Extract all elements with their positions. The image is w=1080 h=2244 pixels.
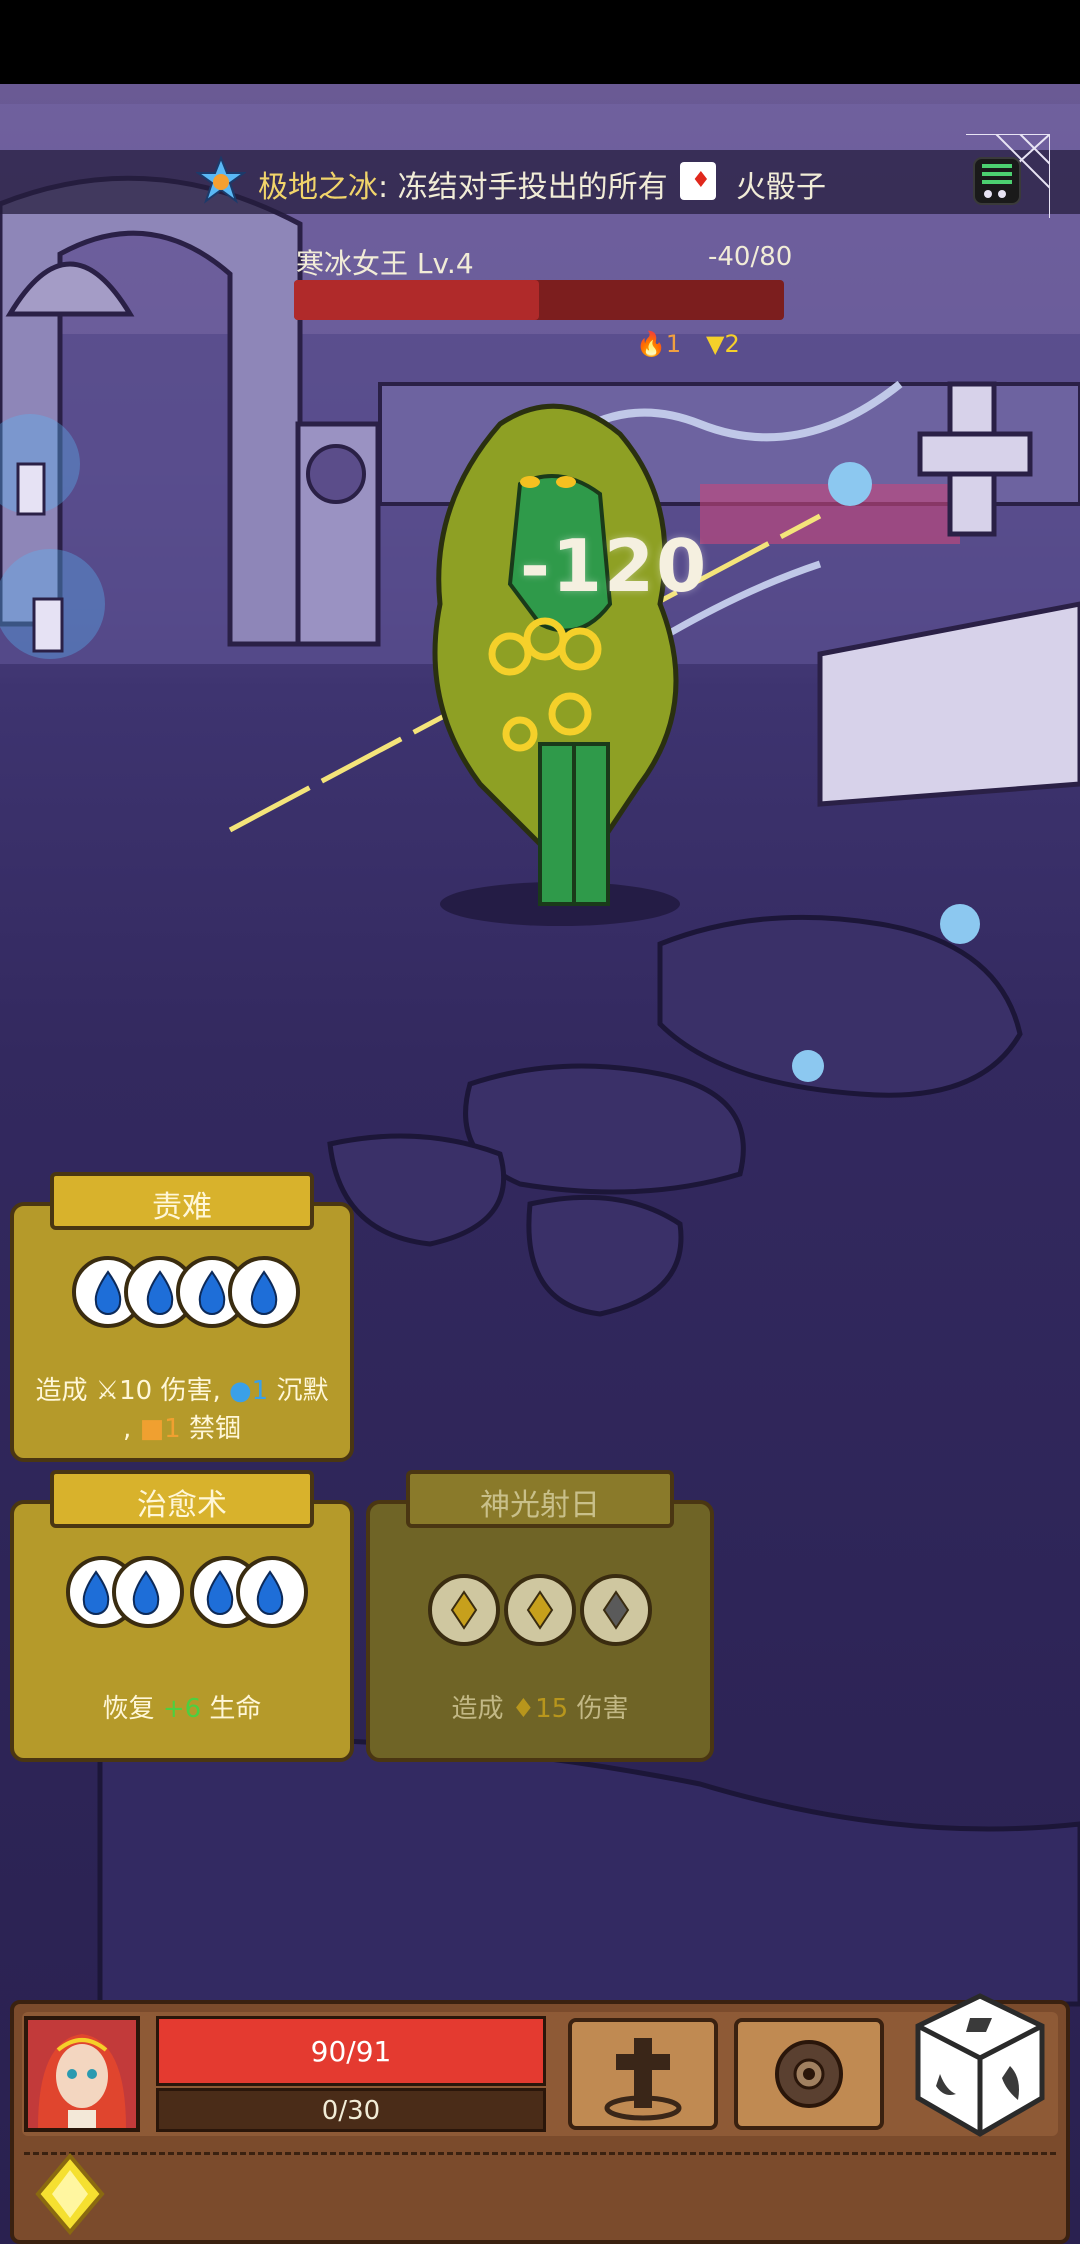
water-drop-icon: [132, 1570, 160, 1615]
enemy-hp-bar: [294, 280, 784, 320]
card-description: 造成 ⚔10 伤害, ●1 沉默 , ■1 禁锢: [10, 1372, 354, 1448]
gray-diamond-icon: [602, 1590, 630, 1630]
gold-diamond-icon: [450, 1590, 478, 1630]
card-title: 责难: [152, 1190, 212, 1225]
damage-float-text: -120: [520, 524, 709, 608]
ice-flower-icon: [196, 156, 246, 206]
card-divine-light[interactable]: 神光射日 造成 ♦15 伤害: [366, 1470, 714, 1762]
banner-dice-label: 火骰子: [736, 170, 826, 205]
card-description: 恢复 +6 生命: [10, 1690, 354, 1728]
desc-suffix: 生命: [209, 1694, 262, 1724]
desc-comma: ,: [123, 1414, 132, 1444]
card-ribbon: 神光射日: [406, 1470, 674, 1528]
card-ribbon: 责难: [50, 1172, 314, 1230]
silence-icon: ●: [228, 1376, 252, 1406]
desc-damage: 10: [119, 1376, 153, 1406]
desc-heal-value: +6: [162, 1694, 202, 1724]
card-ribbon: 治愈术: [50, 1470, 314, 1528]
gem-button[interactable]: [30, 2152, 110, 2236]
desc-damage: 15: [535, 1694, 569, 1724]
fire-dice-badge: ♦: [680, 162, 716, 200]
enemy-name: 寒冰女王: [296, 247, 409, 280]
menu-button[interactable]: [966, 134, 1050, 218]
status-bar: [0, 0, 1080, 84]
player-avatar[interactable]: [24, 2016, 140, 2132]
banner-skill-name: 极地之冰: [258, 170, 378, 205]
enemy-hp-fill: [294, 280, 539, 320]
card-title: 治愈术: [137, 1488, 227, 1523]
fire-icon: 🔥: [636, 330, 666, 358]
burn-count: 1: [665, 330, 682, 358]
player-portrait-image: [28, 2020, 136, 2128]
roll-dice-button[interactable]: [910, 1990, 1050, 2140]
player-hp-bar: 90/91: [156, 2016, 546, 2086]
cross-tombstone-icon: [604, 2038, 682, 2121]
enemy-hp-text: -40/80: [708, 242, 793, 272]
enemy-level: Lv.4: [416, 247, 474, 280]
desc-lock: 1: [164, 1414, 181, 1444]
desc-silence-suffix: 沉默: [276, 1376, 329, 1406]
player-shield-bar: 0/30: [156, 2088, 546, 2132]
card-title: 神光射日: [480, 1488, 600, 1523]
desc-silence: 1: [251, 1376, 269, 1406]
desc-prefix: 造成: [35, 1376, 88, 1406]
dice-icon: [915, 1993, 1045, 2137]
water-slot[interactable]: [236, 1556, 308, 1628]
desc-suffix: 伤害: [576, 1694, 629, 1724]
item-slot-urn[interactable]: [734, 2018, 884, 2130]
hud-divider: [24, 2152, 1056, 2155]
card-heal[interactable]: 治愈术 恢复 +6 生命: [10, 1470, 354, 1762]
desc-damage-suffix: 伤害,: [160, 1376, 221, 1406]
enemy-status-burn: 🔥1: [636, 330, 681, 358]
gold-slot[interactable]: [504, 1574, 576, 1646]
item-slot-cross[interactable]: [568, 2018, 718, 2130]
water-slot[interactable]: [112, 1556, 184, 1628]
card-description: 造成 ♦15 伤害: [366, 1690, 714, 1728]
gold-diamond-icon: ♦: [511, 1694, 536, 1724]
gray-slot[interactable]: [580, 1574, 652, 1646]
player-hp-text: 90/91: [310, 2035, 392, 2068]
urn-icon: [775, 2040, 843, 2108]
desc-prefix: 恢复: [102, 1694, 155, 1724]
triangle-icon: ▼: [706, 330, 725, 358]
battle-scene: 极地之冰: 冻结对手投出的所有 ♦ 火骰子 寒冰女王 Lv.4 -40/80 🔥…: [0, 84, 1080, 2244]
card-reproach[interactable]: 责难 造成 ⚔10 伤害, ●1 沉默 , ■1 禁锢: [10, 1172, 354, 1462]
lightning-gem-icon: [35, 2152, 105, 2236]
water-slot[interactable]: [228, 1256, 300, 1328]
water-drop-icon: [250, 1270, 278, 1315]
enemy-name-label: 寒冰女王 Lv.4: [296, 242, 474, 282]
banner-separator: :: [378, 170, 389, 205]
water-drop-icon: [256, 1570, 284, 1615]
banner-skill-text: 极地之冰: 冻结对手投出的所有: [258, 162, 668, 206]
desc-lock-suffix: 禁锢: [188, 1414, 241, 1444]
banner-skill-desc: 冻结对手投出的所有: [397, 170, 668, 205]
gold-slot[interactable]: [428, 1574, 500, 1646]
enemy-status-triangle: ▼2: [706, 330, 740, 358]
sword-icon: ⚔: [95, 1376, 120, 1406]
lock-icon: ■: [139, 1414, 165, 1444]
player-shield-text: 0/30: [321, 2096, 381, 2126]
triangle-count: 2: [724, 330, 740, 358]
menu-list-icon: [966, 134, 1050, 218]
gold-diamond-icon: [526, 1590, 554, 1630]
fire-icon: ♦: [691, 168, 711, 193]
scene-background-art: [0, 104, 1080, 2007]
desc-prefix: 造成: [451, 1694, 504, 1724]
